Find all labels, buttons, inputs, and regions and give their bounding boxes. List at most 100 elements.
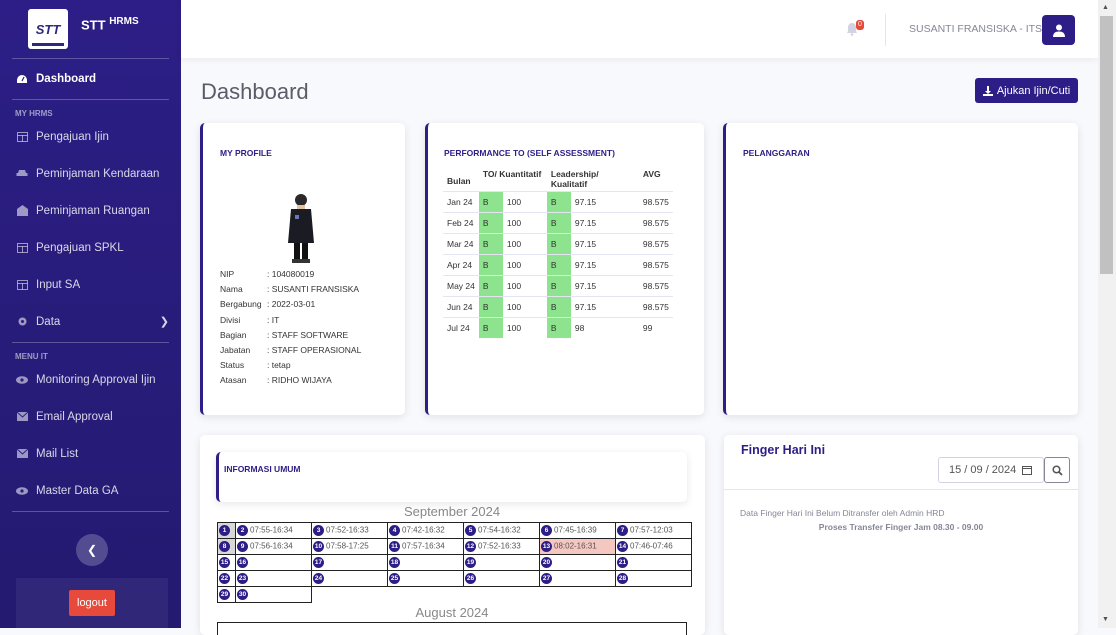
sidebar-item-label: Mail List: [36, 447, 79, 460]
table-cell: 98.575: [638, 232, 673, 254]
day-number: 15: [219, 557, 230, 568]
logout-button[interactable]: logout: [69, 590, 115, 616]
calendar-month-title: September 2024: [403, 504, 501, 519]
sidebar-item-peminjaman-kendaraan[interactable]: Peminjaman Kendaraan: [0, 155, 181, 192]
attendance-time: 07:42-16:32: [402, 525, 445, 535]
finger-title: Finger Hari Ini: [741, 443, 826, 457]
sidebar-item-pengajuan-spkl[interactable]: Pengajuan SPKL: [0, 229, 181, 266]
table-cell: 99: [638, 316, 673, 338]
date-input[interactable]: 15 / 09 / 2024: [938, 457, 1044, 483]
day-number: 17: [313, 557, 324, 568]
day-number: 22: [219, 573, 230, 584]
profile-value: : RIDHO WIJAYA: [267, 375, 332, 386]
table-cell: B: [478, 211, 503, 233]
calendar-2-top: [217, 622, 687, 635]
calendar-day[interactable]: 21: [615, 554, 692, 571]
table-cell: 97.15: [570, 211, 639, 233]
day-number: 5: [465, 525, 476, 536]
request-leave-button[interactable]: Ajukan Ijin/Cuti: [975, 78, 1078, 103]
chevron-right-icon: ❯: [159, 316, 169, 328]
calendar-day[interactable]: 3 07:52-16:33: [311, 522, 388, 539]
calendar-day[interactable]: 19: [463, 554, 540, 571]
day-number: 4: [389, 525, 400, 536]
table-row: May 24 B 100 B 97.15 98.575: [443, 274, 673, 296]
profile-value: : IT: [267, 314, 280, 325]
attendance-time: 07:58-17:25: [326, 541, 369, 551]
table-header: Bulan: [447, 175, 471, 186]
calendar-day[interactable]: 7 07:57-12:03: [615, 522, 692, 539]
sidebar-item-pengajuan-ijin[interactable]: Pengajuan Ijin: [0, 118, 181, 155]
notification-badge: 0: [856, 20, 864, 30]
performance-card: PERFORMANCE TO (SELF ASSESSMENT) Bulan TO…: [425, 123, 704, 415]
calendar-day[interactable]: 27: [539, 570, 616, 587]
table-cell: 98.575: [638, 253, 673, 275]
calendar-day[interactable]: 28: [615, 570, 692, 587]
calendar-day[interactable]: 18: [387, 554, 464, 571]
calendar-day[interactable]: 29: [217, 586, 236, 603]
profile-key: NIP: [220, 269, 235, 279]
download-icon: [982, 85, 993, 96]
calendar-day[interactable]: 12 07:52-16:33: [463, 538, 540, 555]
table-cell: B: [478, 316, 503, 338]
search-button[interactable]: [1044, 457, 1070, 483]
brand[interactable]: STT STT HRMS: [0, 0, 181, 58]
profile-value: : tetap: [267, 360, 291, 371]
user-name[interactable]: SUSANTI FRANSISKA - ITS: [909, 23, 1042, 35]
day-number: 21: [617, 557, 628, 568]
sidebar-toggle-button[interactable]: ❮: [76, 534, 108, 566]
day-number: 8: [219, 541, 230, 552]
calendar-week: 22 23 24 25 26 27 28: [217, 570, 692, 587]
table-icon: [16, 279, 28, 291]
eye-icon: [16, 374, 28, 386]
car-icon: [16, 168, 28, 180]
calendar-day[interactable]: 25: [387, 570, 464, 587]
sidebar-item-email-approval[interactable]: Email Approval: [0, 398, 181, 435]
calendar-week: 1 2 07:55-16:34 3 07:52-16:33 4 07:42-16:32 5 07…: [217, 522, 692, 539]
calendar-day[interactable]: 10 07:58-17:25: [311, 538, 388, 555]
performance-table: Bulan TO/ Kuantitatif Leadership/ Kualitat…: [443, 163, 673, 338]
calendar-day[interactable]: 22: [217, 570, 236, 587]
calendar-day[interactable]: 2 07:55-16:34: [235, 522, 312, 539]
table-header: Leadership/ Kualitatif: [550, 169, 599, 189]
day-number: 10: [313, 541, 324, 552]
sidebar-item-master-data-ga[interactable]: Master Data GA: [0, 472, 181, 509]
calendar-day[interactable]: 4 07:42-16:32: [387, 522, 464, 539]
calendar-day[interactable]: 16: [235, 554, 312, 571]
calendar-day[interactable]: 6 07:45-16:39: [539, 522, 616, 539]
user-avatar[interactable]: [1042, 15, 1075, 45]
sidebar-item-data[interactable]: Data ❯: [0, 303, 181, 340]
profile-key: Status: [220, 360, 245, 371]
calendar-day[interactable]: 5 07:54-16:32: [463, 522, 540, 539]
calendar-day[interactable]: 14 07:46-07:46: [615, 538, 692, 555]
scroll-down-arrow[interactable]: ▼: [1102, 616, 1109, 623]
sidebar-item-peminjaman-ruangan[interactable]: Peminjaman Ruangan: [0, 192, 181, 229]
calendar-day[interactable]: 15: [217, 554, 236, 571]
sidebar-item-monitoring-approval-ijin[interactable]: Monitoring Approval Ijin: [0, 361, 181, 398]
profile-row: Atasan: RIDHO WIJAYA: [220, 375, 361, 390]
tachometer-icon: [16, 73, 28, 85]
attendance-time: 07:52-16:33: [478, 541, 521, 551]
calendar-day[interactable]: 30: [235, 586, 312, 603]
calendar-day[interactable]: 26: [463, 570, 540, 587]
calendar-day[interactable]: 8: [217, 538, 236, 555]
eye-icon: [16, 485, 28, 497]
calendar-day[interactable]: 20: [539, 554, 616, 571]
calendar-day[interactable]: 1: [217, 522, 236, 539]
calendar-day[interactable]: 11 07:57-16:34: [387, 538, 464, 555]
sidebar-item-mail-list[interactable]: Mail List: [0, 435, 181, 472]
calendar-day[interactable]: 23: [235, 570, 312, 587]
sidebar-item-dashboard[interactable]: Dashboard: [0, 59, 181, 99]
scroll-up-arrow[interactable]: ▲: [1102, 4, 1109, 11]
calendar-day[interactable]: 9 07:56-16:34: [235, 538, 312, 555]
calendar-day[interactable]: 17: [311, 554, 388, 571]
calendar-day[interactable]: 13 08:02-16:31: [539, 538, 616, 555]
building-icon: [16, 205, 28, 217]
scrollbar-thumb[interactable]: [1100, 16, 1113, 274]
calendar-day[interactable]: 24: [311, 570, 388, 587]
table-cell: 98: [570, 316, 639, 338]
table-cell: 100: [502, 253, 547, 275]
page-title: Dashboard: [201, 79, 309, 104]
sidebar-item-input-sa[interactable]: Input SA: [0, 266, 181, 303]
profile-value: : SUSANTI FRANSISKA: [267, 284, 360, 295]
section-my-hrms: MY HRMS: [15, 109, 53, 118]
